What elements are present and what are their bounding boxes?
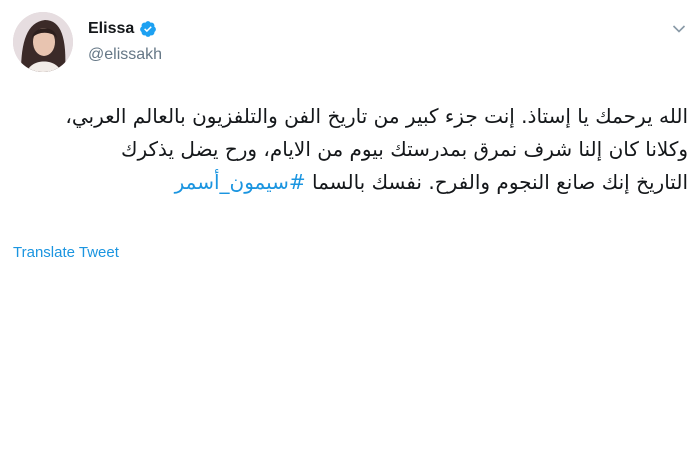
author-handle[interactable]: @elissakh <box>88 46 162 64</box>
avatar-image <box>13 12 73 72</box>
tweet-card: Elissa @elissakh الله يرحمك يا إستاذ. إن… <box>0 0 700 450</box>
chevron-down-icon <box>672 25 686 33</box>
author-display-name[interactable]: Elissa <box>88 20 134 38</box>
tweet-text-line: التاريخ إنك صانع النجوم والفرح. نفسك بال… <box>8 166 688 199</box>
hashtag-link[interactable]: #سيمون_أسمر <box>175 170 306 194</box>
avatar[interactable] <box>13 12 73 72</box>
tweet-text: الله يرحمك يا إستاذ. إنت جزء كبير من تار… <box>8 100 688 199</box>
translate-tweet-link[interactable]: Translate Tweet <box>13 244 119 261</box>
tweet-text-segment: التاريخ إنك صانع النجوم والفرح. نفسك بال… <box>312 170 688 194</box>
tweet-menu-button[interactable] <box>672 24 686 34</box>
tweet-text-line: الله يرحمك يا إستاذ. إنت جزء كبير من تار… <box>65 104 688 128</box>
tweet-text-line: وكلانا كان إلنا شرف نمرق بمدرستك بيوم من… <box>120 137 688 161</box>
author-name-row: Elissa <box>88 20 157 38</box>
verified-badge-icon <box>140 21 157 37</box>
